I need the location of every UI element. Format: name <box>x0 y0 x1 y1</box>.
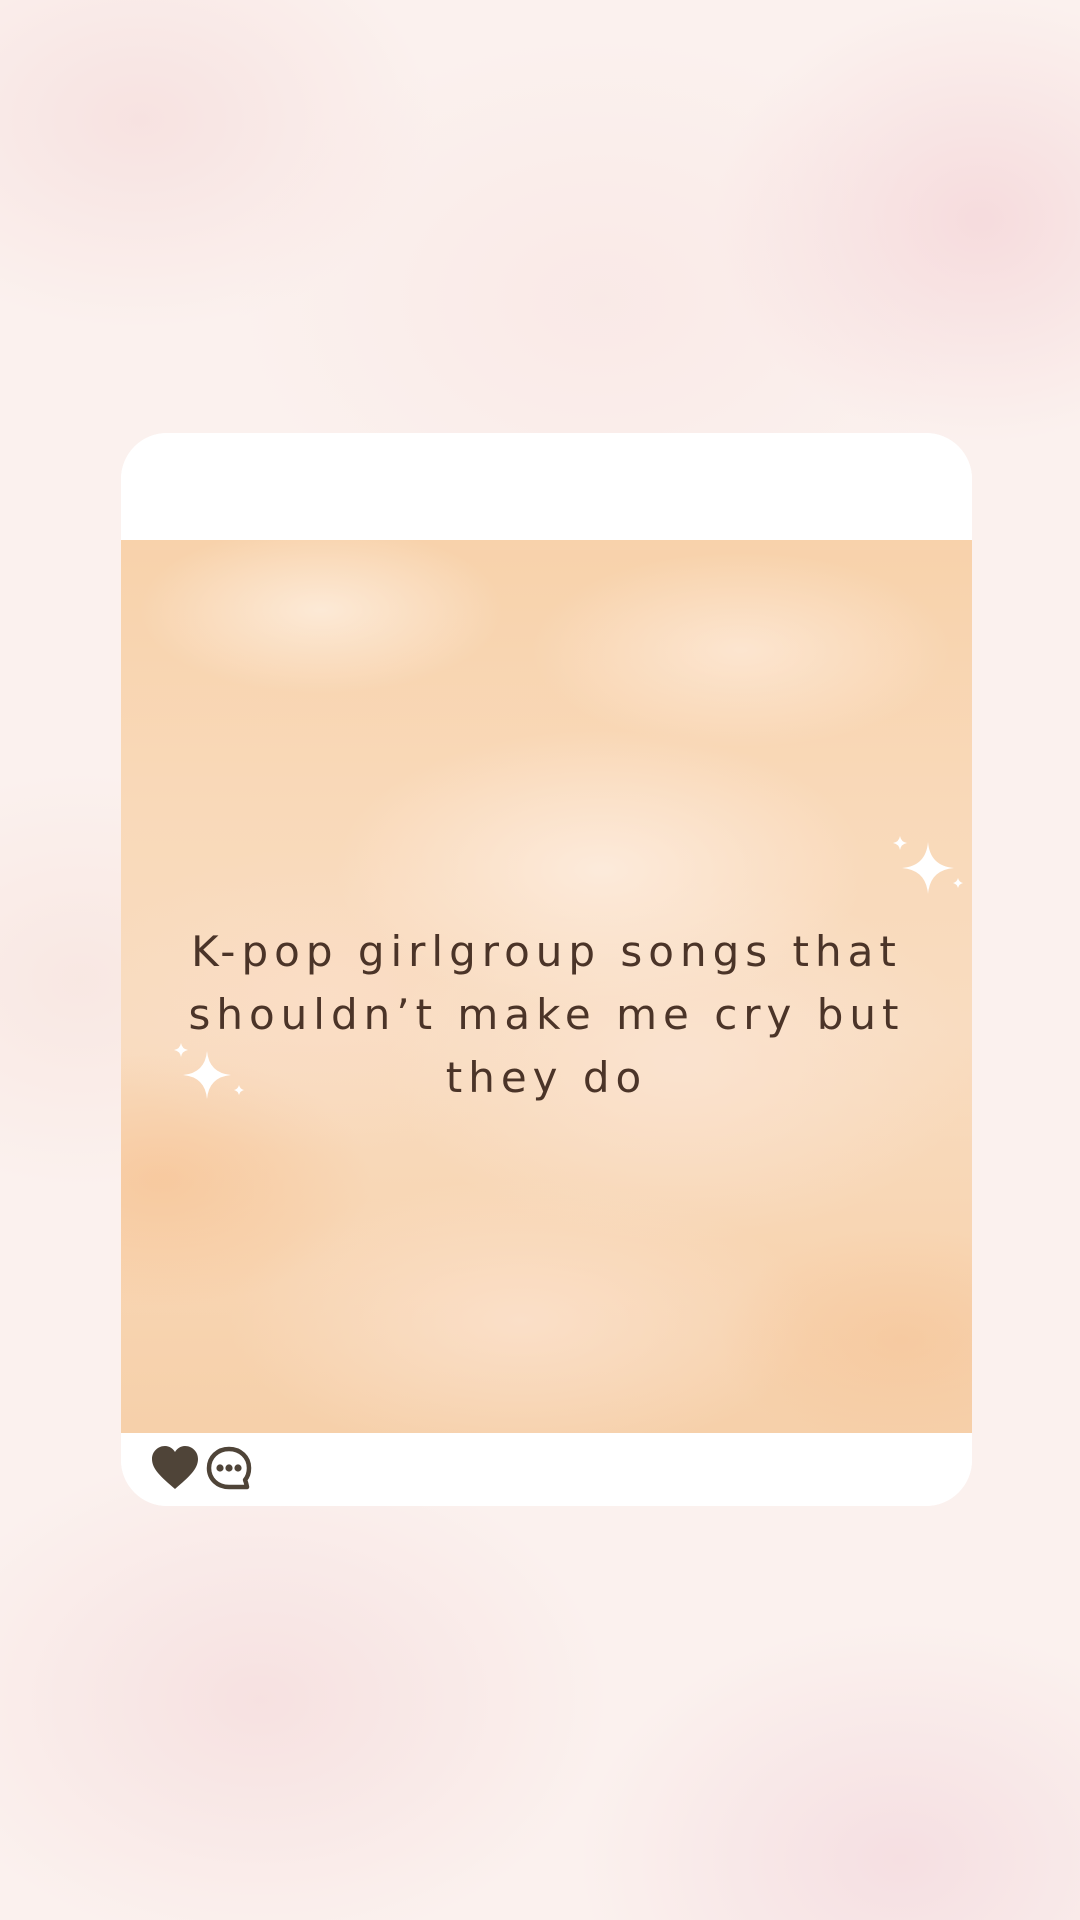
post-image: K-pop girlgroup songs that shouldn’t mak… <box>121 540 972 1433</box>
post-header <box>121 433 972 540</box>
comment-icon[interactable] <box>206 1446 252 1492</box>
post-card: K-pop girlgroup songs that shouldn’t mak… <box>121 433 972 1506</box>
sparkle-icon <box>893 836 963 894</box>
heart-icon[interactable] <box>151 1445 199 1491</box>
sparkle-icon <box>174 1043 244 1099</box>
post-text: K-pop girlgroup songs that shouldn’t mak… <box>188 927 905 1102</box>
post-actions <box>121 1433 972 1506</box>
